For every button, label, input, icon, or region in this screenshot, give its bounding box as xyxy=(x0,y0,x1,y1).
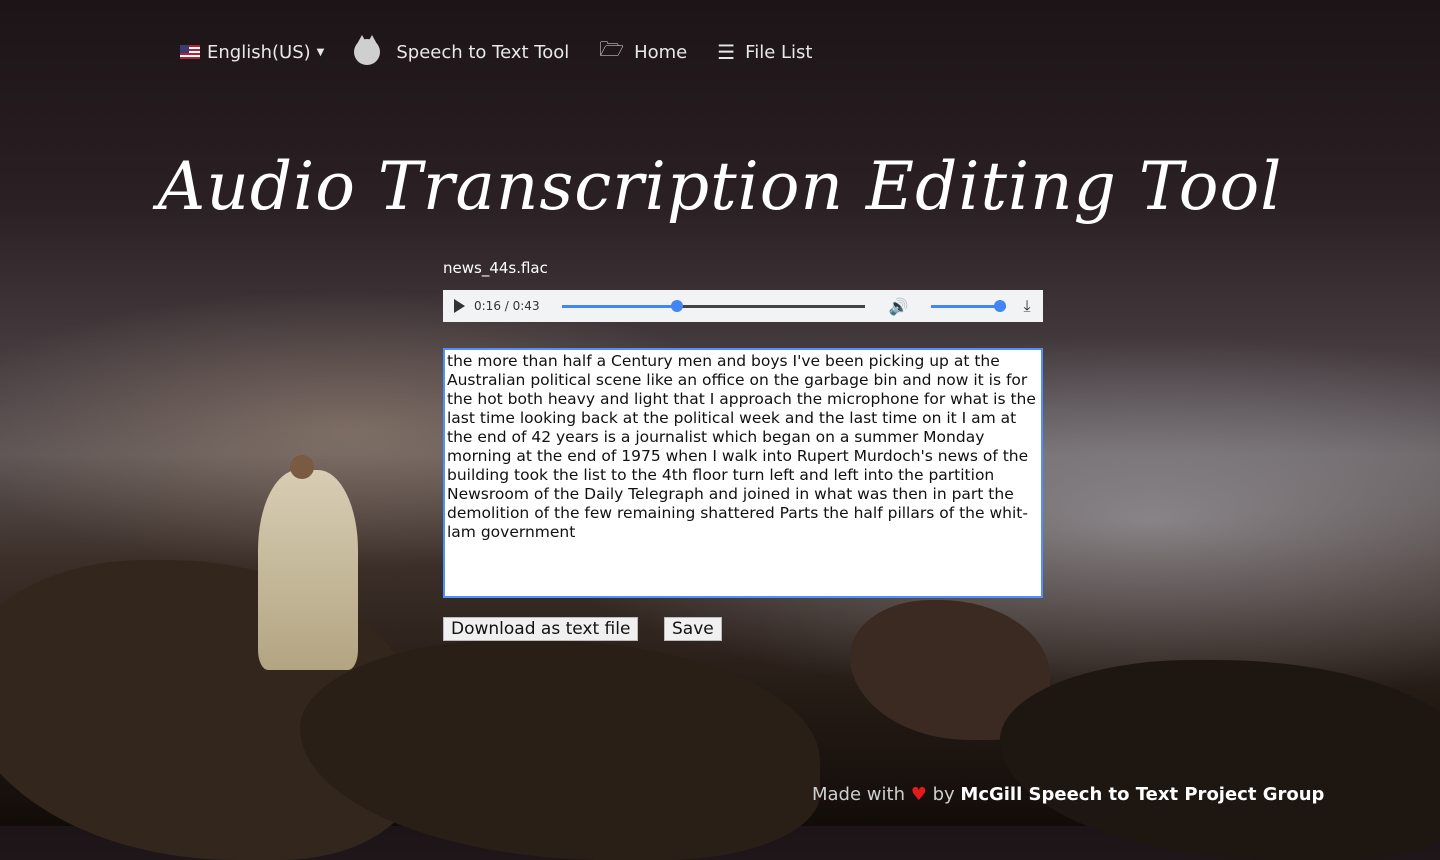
download-text-button[interactable]: Download as text file xyxy=(443,617,639,641)
seek-knob[interactable] xyxy=(670,299,683,312)
monk-head xyxy=(290,455,314,479)
list-icon: ☰ xyxy=(717,40,736,64)
us-flag-icon xyxy=(180,45,200,59)
duration: 0:43 xyxy=(512,299,540,313)
language-selector[interactable]: English(US) ▼ xyxy=(180,42,324,63)
play-icon[interactable] xyxy=(454,299,465,313)
volume-fill xyxy=(930,304,1001,308)
heart-icon: ♥ xyxy=(910,784,927,805)
footer-made-with: Made with xyxy=(812,784,905,805)
download-icon[interactable]: ⤓ xyxy=(1024,296,1031,316)
cat-logo-icon xyxy=(354,35,381,65)
nav-file-list[interactable]: ☰ File List xyxy=(717,40,812,64)
footer-by: by xyxy=(932,784,955,805)
volume-icon[interactable]: 🔊 xyxy=(889,297,909,316)
brand-link[interactable]: Speech to Text Tool xyxy=(354,35,570,65)
page-title: Audio Transcription Editing Tool xyxy=(157,148,1283,225)
footer-group: McGill Speech to Text Project Group xyxy=(960,784,1325,805)
nav-home[interactable]: 🗁 Home xyxy=(599,35,687,69)
save-button[interactable]: Save xyxy=(664,617,722,641)
seek-fill xyxy=(561,304,677,308)
file-list-label: File List xyxy=(745,41,813,63)
rock xyxy=(1000,660,1440,860)
current-time: 0:16 xyxy=(474,299,501,313)
home-label: Home xyxy=(634,41,688,63)
seek-slider[interactable] xyxy=(561,299,865,312)
transcript-editor[interactable]: the more than half a Century men and boy… xyxy=(443,348,1043,598)
volume-knob[interactable] xyxy=(994,299,1007,312)
folder-open-icon: 🗁 xyxy=(599,37,625,61)
audio-player: 0:16 / 0:43 🔊 ⤓ xyxy=(443,290,1043,322)
brand-label: Speech to Text Tool xyxy=(396,41,570,63)
monk-figure xyxy=(258,470,358,670)
time-separator: / xyxy=(500,299,513,313)
language-label: English(US) xyxy=(207,41,311,63)
footer: Made with ♥ by McGill Speech to Text Pro… xyxy=(812,784,1324,805)
caret-down-icon: ▼ xyxy=(316,46,325,58)
audio-filename: news_44s.flac xyxy=(443,259,548,277)
navbar: English(US) ▼ Speech to Text Tool 🗁 Home… xyxy=(180,35,842,69)
volume-slider[interactable] xyxy=(930,299,1007,312)
